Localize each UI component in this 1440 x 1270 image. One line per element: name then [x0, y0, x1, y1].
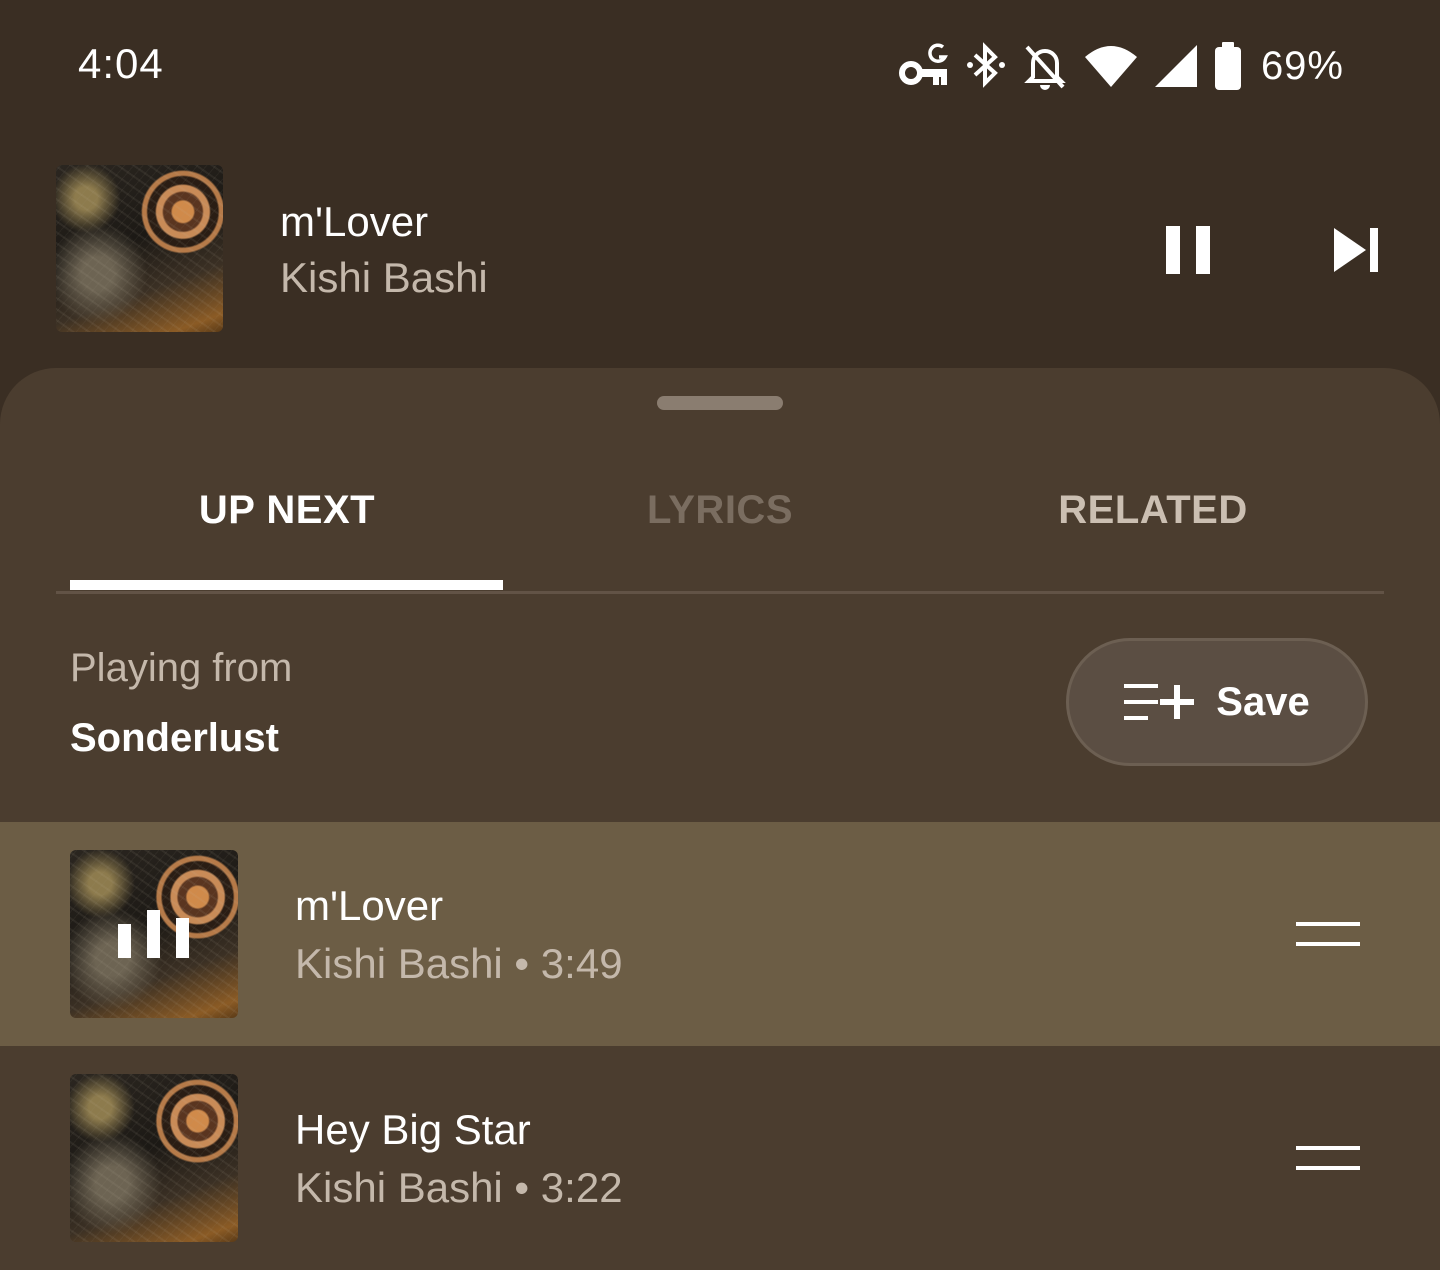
- queue-item-subtitle: Kishi Bashi • 3:22: [295, 1164, 623, 1211]
- status-icons: 69%: [898, 38, 1344, 94]
- wifi-icon: [1084, 46, 1137, 87]
- skip-next-icon[interactable]: [1322, 220, 1386, 280]
- vpn-key-icon: [898, 43, 948, 85]
- tab-related[interactable]: RELATED: [936, 468, 1370, 552]
- queue-item-title: m'Lover: [295, 882, 444, 929]
- status-bar: 4:04 69%: [0, 0, 1440, 130]
- tab-lyrics[interactable]: LYRICS: [503, 468, 937, 552]
- now-playing-title: m'Lover: [280, 198, 429, 245]
- cell-signal-icon: [1154, 45, 1197, 87]
- mini-player[interactable]: m'Lover Kishi Bashi: [0, 130, 1440, 370]
- queue-item-album-art: [70, 850, 238, 1018]
- playlist-add-icon: [1124, 684, 1195, 720]
- save-playlist-button[interactable]: Save: [1066, 638, 1368, 766]
- sheet-drag-handle[interactable]: [657, 396, 783, 410]
- playing-from-label: Playing from: [70, 646, 293, 690]
- now-playing-album-art[interactable]: [56, 165, 223, 332]
- drag-handle-icon[interactable]: [1296, 920, 1360, 948]
- now-playing-artist: Kishi Bashi: [280, 254, 488, 301]
- battery-percent: 69%: [1260, 43, 1344, 88]
- tab-selected-indicator: [70, 580, 503, 590]
- queue-item-title: Hey Big Star: [295, 1106, 531, 1153]
- notifications-off-icon: [1024, 45, 1066, 90]
- queue-item-album-art: [70, 1074, 238, 1242]
- battery-icon: [1214, 42, 1241, 90]
- tab-bar: UP NEXT LYRICS RELATED: [56, 468, 1384, 594]
- queue-sheet: UP NEXT LYRICS RELATED Playing from Sond…: [0, 368, 1440, 1270]
- tab-divider: [56, 591, 1384, 594]
- playlist-name[interactable]: Sonderlust: [70, 716, 279, 761]
- pause-icon[interactable]: [1156, 218, 1220, 282]
- queue-item-now-playing[interactable]: m'Lover Kishi Bashi • 3:49: [0, 822, 1440, 1046]
- queue-item-subtitle: Kishi Bashi • 3:49: [295, 940, 623, 987]
- tab-up-next[interactable]: UP NEXT: [70, 468, 504, 552]
- status-clock: 4:04: [78, 40, 164, 87]
- queue-item[interactable]: Hey Big Star Kishi Bashi • 3:22: [0, 1046, 1440, 1270]
- drag-handle-icon[interactable]: [1296, 1144, 1360, 1172]
- save-label: Save: [1216, 679, 1310, 724]
- now-playing-equalizer-icon: [70, 850, 238, 1018]
- bluetooth-icon: [966, 42, 1005, 88]
